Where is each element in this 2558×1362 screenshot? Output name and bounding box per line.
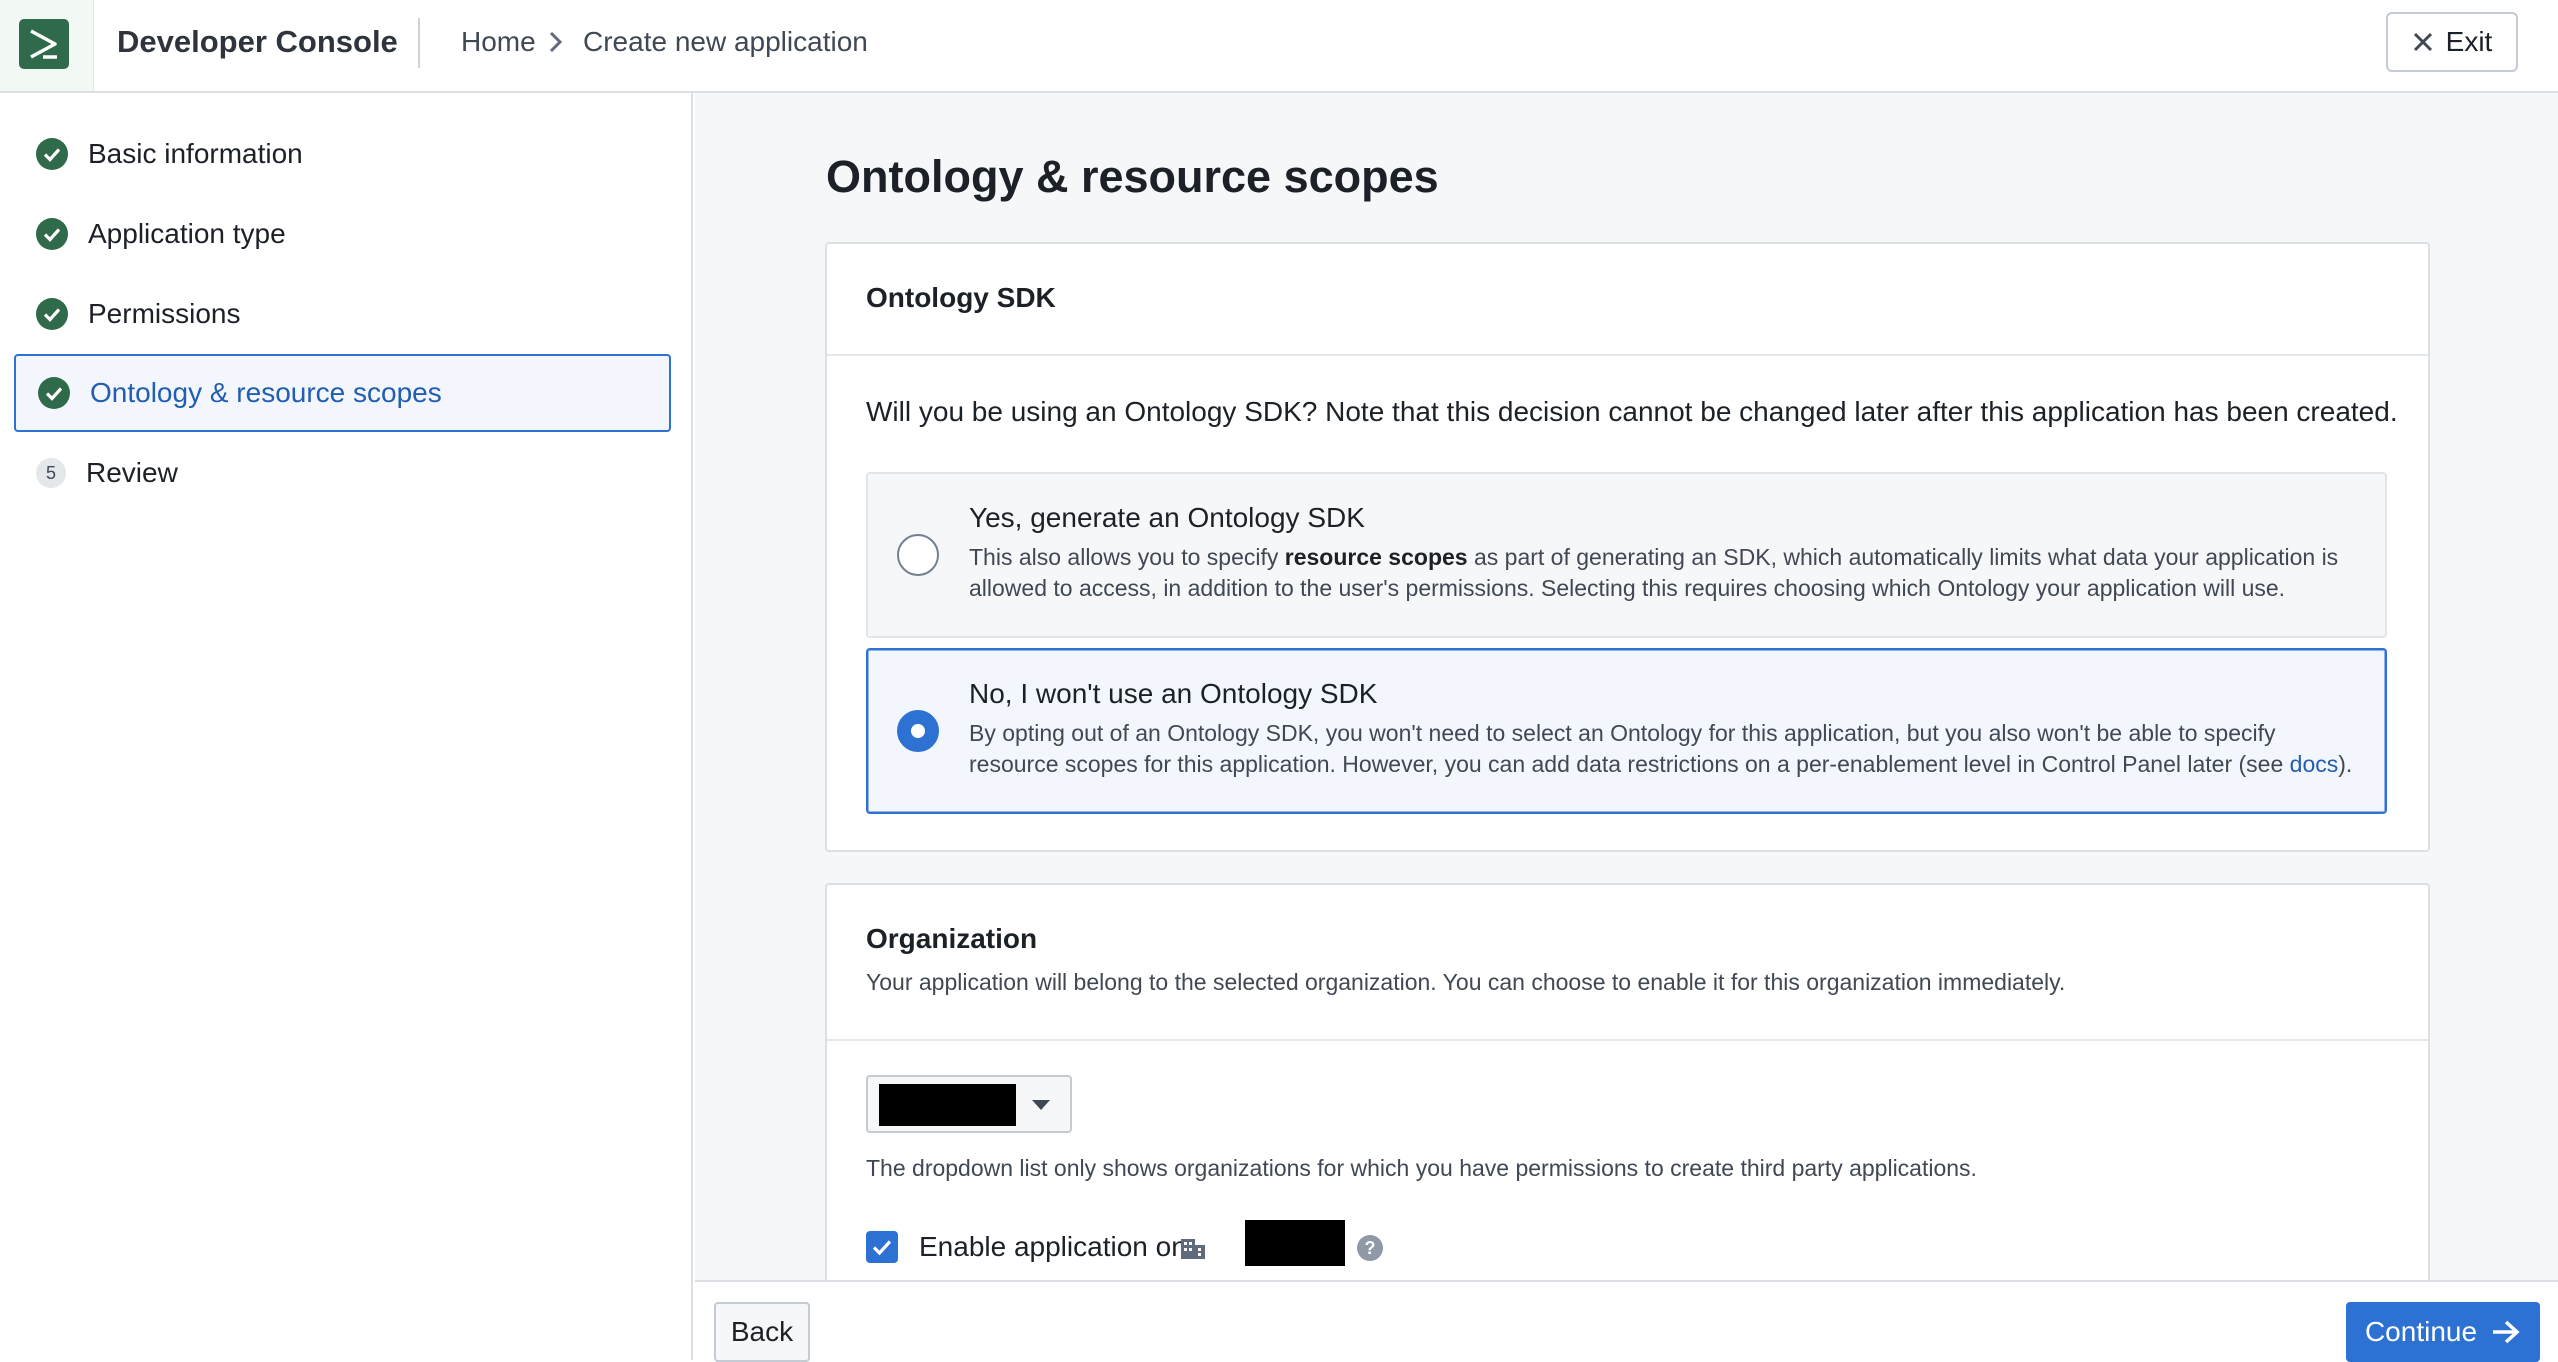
- back-button[interactable]: Back: [714, 1302, 810, 1362]
- arrow-right-icon: [2493, 1320, 2520, 1344]
- app-title: Developer Console: [117, 24, 398, 59]
- help-icon[interactable]: ?: [1357, 1235, 1383, 1261]
- step-number-badge: 5: [36, 458, 66, 488]
- organization-helper-text: The dropdown list only shows organizatio…: [866, 1155, 1977, 1181]
- card-header: Ontology SDK: [827, 244, 2428, 356]
- header-divider: [418, 18, 420, 68]
- step-permissions[interactable]: Permissions: [14, 275, 671, 353]
- step-label: Basic information: [88, 138, 303, 169]
- step-label: Permissions: [88, 298, 241, 329]
- office-building-icon: [1181, 1239, 1205, 1259]
- option-no-sdk[interactable]: No, I won't use an Ontology SDK By optin…: [866, 648, 2387, 814]
- ontology-sdk-card: Ontology SDK Will you be using an Ontolo…: [825, 242, 2430, 852]
- radio-no-sdk[interactable]: [897, 710, 939, 752]
- card-header: Organization Your application will belon…: [827, 885, 2428, 1041]
- option-description: This also allows you to specify resource…: [969, 544, 2339, 601]
- organization-card: Organization Your application will belon…: [825, 883, 2430, 1280]
- continue-button[interactable]: Continue: [2346, 1302, 2540, 1362]
- breadcrumb-current: Create new application: [583, 26, 868, 57]
- card-title: Organization: [866, 923, 1038, 954]
- step-ontology-resource-scopes[interactable]: Ontology & resource scopes: [14, 354, 671, 432]
- exit-label: Exit: [2445, 26, 2493, 57]
- page-title: Ontology & resource scopes: [826, 151, 1439, 202]
- organization-select[interactable]: [866, 1075, 1072, 1133]
- step-label: Ontology & resource scopes: [90, 377, 442, 408]
- wizard-steps-sidebar: Basic information Application type Permi…: [0, 93, 693, 1360]
- app-logo[interactable]: [0, 0, 94, 91]
- check-circle-icon: [38, 377, 70, 409]
- wizard-footer: Back Continue: [695, 1280, 2558, 1362]
- step-application-type[interactable]: Application type: [14, 195, 671, 273]
- top-bar: Developer Console Home Create new applic…: [0, 0, 2558, 93]
- checkmark-icon: [872, 1240, 892, 1256]
- option-title: No, I won't use an Ontology SDK: [969, 678, 1378, 709]
- docs-link[interactable]: docs: [2290, 751, 2339, 777]
- enable-application-checkbox[interactable]: [866, 1231, 898, 1263]
- chevron-right-icon: [549, 31, 563, 53]
- radio-generate-sdk[interactable]: [897, 534, 939, 576]
- redacted-organization: [1245, 1220, 1345, 1266]
- option-title: Yes, generate an Ontology SDK: [969, 502, 1365, 533]
- redacted-value: [879, 1084, 1016, 1126]
- option-description: By opting out of an Ontology SDK, you wo…: [969, 720, 2353, 777]
- exit-button[interactable]: Exit: [2386, 12, 2518, 72]
- option-generate-sdk[interactable]: Yes, generate an Ontology SDK This also …: [866, 472, 2387, 638]
- close-icon: [2413, 32, 2432, 52]
- enable-application-label: Enable application on: [919, 1231, 1187, 1262]
- console-logo-icon: [19, 19, 69, 69]
- caret-down-icon: [1032, 1100, 1050, 1110]
- continue-label: Continue: [2364, 1316, 2478, 1347]
- check-circle-icon: [36, 138, 68, 170]
- step-label: Review: [86, 457, 178, 488]
- step-review[interactable]: 5 Review: [14, 434, 671, 512]
- card-title: Ontology SDK: [866, 282, 1056, 313]
- step-basic-information[interactable]: Basic information: [14, 115, 671, 193]
- check-circle-icon: [36, 298, 68, 330]
- main-content: Ontology & resource scopes Ontology SDK …: [695, 93, 2558, 1280]
- step-label: Application type: [88, 218, 286, 249]
- sdk-question: Will you be using an Ontology SDK? Note …: [866, 396, 2398, 427]
- card-subtitle: Your application will belong to the sele…: [866, 969, 2066, 995]
- breadcrumb-home[interactable]: Home: [461, 24, 536, 60]
- check-circle-icon: [36, 218, 68, 250]
